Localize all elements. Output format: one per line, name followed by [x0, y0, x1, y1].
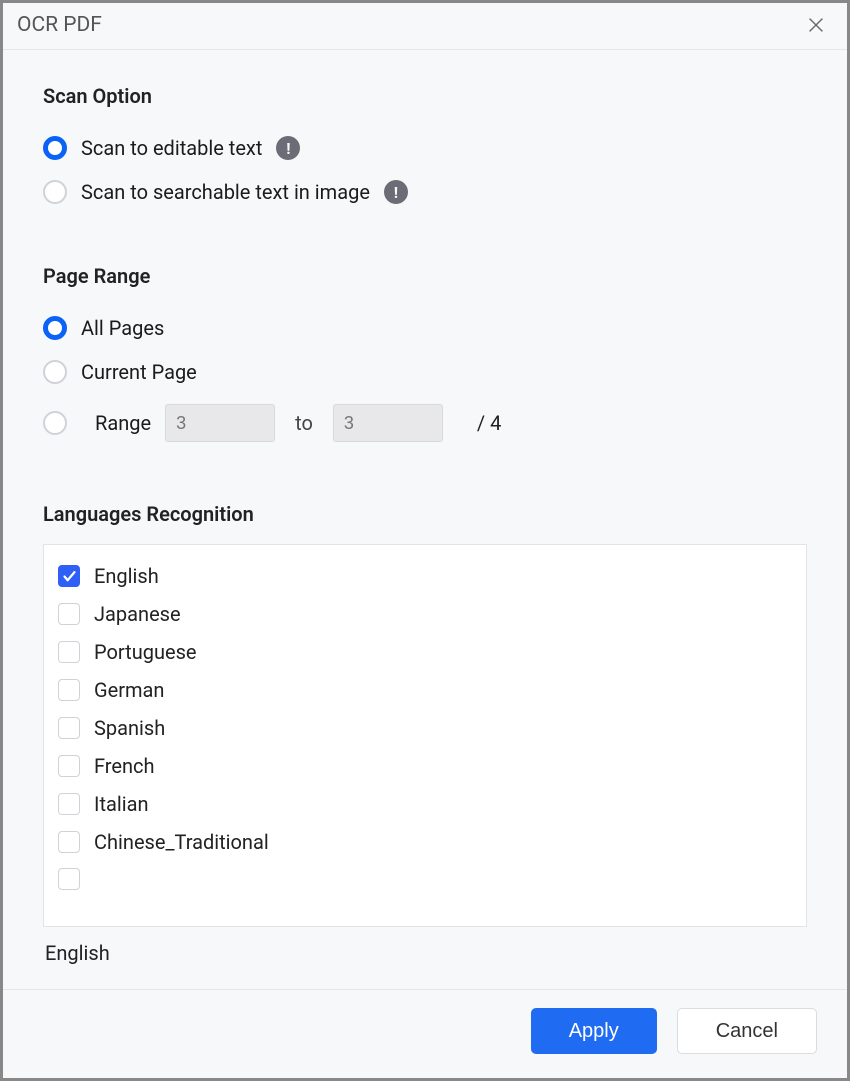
radio-scan-editable-label: Scan to editable text	[81, 136, 262, 160]
radio-current-page[interactable]	[43, 360, 67, 384]
language-label: German	[94, 678, 164, 702]
language-checkbox[interactable]	[58, 717, 80, 739]
apply-button[interactable]: Apply	[531, 1008, 657, 1054]
radio-all-pages[interactable]	[43, 316, 67, 340]
radio-range[interactable]	[43, 411, 67, 435]
languages-list[interactable]: English Japanese Portuguese German Spani…	[43, 544, 807, 927]
radio-scan-searchable-label: Scan to searchable text in image	[81, 180, 370, 204]
radio-all-pages-label: All Pages	[81, 316, 164, 340]
page-range-current[interactable]: Current Page	[43, 360, 807, 384]
range-from-input[interactable]	[165, 404, 275, 442]
total-pages-label: / 4	[477, 411, 501, 435]
languages-title: Languages Recognition	[43, 502, 807, 526]
language-checkbox[interactable]	[58, 831, 80, 853]
scan-option-editable[interactable]: Scan to editable text !	[43, 136, 807, 160]
language-checkbox[interactable]	[58, 603, 80, 625]
radio-scan-searchable[interactable]	[43, 180, 67, 204]
language-item[interactable]: Portuguese	[44, 633, 806, 671]
radio-range-label: Range	[95, 411, 151, 435]
dialog-footer: Apply Cancel	[3, 989, 847, 1078]
language-checkbox[interactable]	[58, 755, 80, 777]
info-icon[interactable]: !	[384, 180, 408, 204]
language-item[interactable]: French	[44, 747, 806, 785]
range-to-input[interactable]	[333, 404, 443, 442]
page-range-all[interactable]: All Pages	[43, 316, 807, 340]
language-label: English	[94, 564, 159, 588]
radio-scan-editable[interactable]	[43, 136, 67, 160]
language-checkbox[interactable]	[58, 679, 80, 701]
language-checkbox[interactable]	[58, 565, 80, 587]
language-item[interactable]: Spanish	[44, 709, 806, 747]
page-range-title: Page Range	[43, 264, 807, 288]
language-label: French	[94, 754, 155, 778]
language-label: Portuguese	[94, 640, 197, 664]
info-icon[interactable]: !	[276, 136, 300, 160]
page-range-custom[interactable]: Range to / 4	[43, 404, 807, 442]
language-label: Italian	[94, 792, 149, 816]
dialog-title: OCR PDF	[17, 13, 102, 37]
language-item[interactable]: Italian	[44, 785, 806, 823]
radio-current-page-label: Current Page	[81, 360, 197, 384]
language-item[interactable]	[44, 861, 806, 897]
language-checkbox[interactable]	[58, 641, 80, 663]
language-item[interactable]: Japanese	[44, 595, 806, 633]
cancel-button[interactable]: Cancel	[677, 1008, 817, 1054]
scan-option-searchable[interactable]: Scan to searchable text in image !	[43, 180, 807, 204]
scan-option-title: Scan Option	[43, 84, 807, 108]
language-item[interactable]: Chinese_Traditional	[44, 823, 806, 861]
language-item[interactable]: German	[44, 671, 806, 709]
dialog-content: Scan Option Scan to editable text ! Scan…	[3, 50, 847, 989]
language-label: Japanese	[94, 602, 181, 626]
language-item[interactable]: English	[44, 557, 806, 595]
selected-languages-summary: English	[43, 927, 807, 979]
range-to-label: to	[289, 411, 319, 435]
close-icon[interactable]	[805, 14, 827, 36]
language-checkbox[interactable]	[58, 868, 80, 890]
language-label: Spanish	[94, 716, 165, 740]
language-label: Chinese_Traditional	[94, 830, 269, 854]
language-checkbox[interactable]	[58, 793, 80, 815]
dialog-header: OCR PDF	[3, 3, 847, 50]
